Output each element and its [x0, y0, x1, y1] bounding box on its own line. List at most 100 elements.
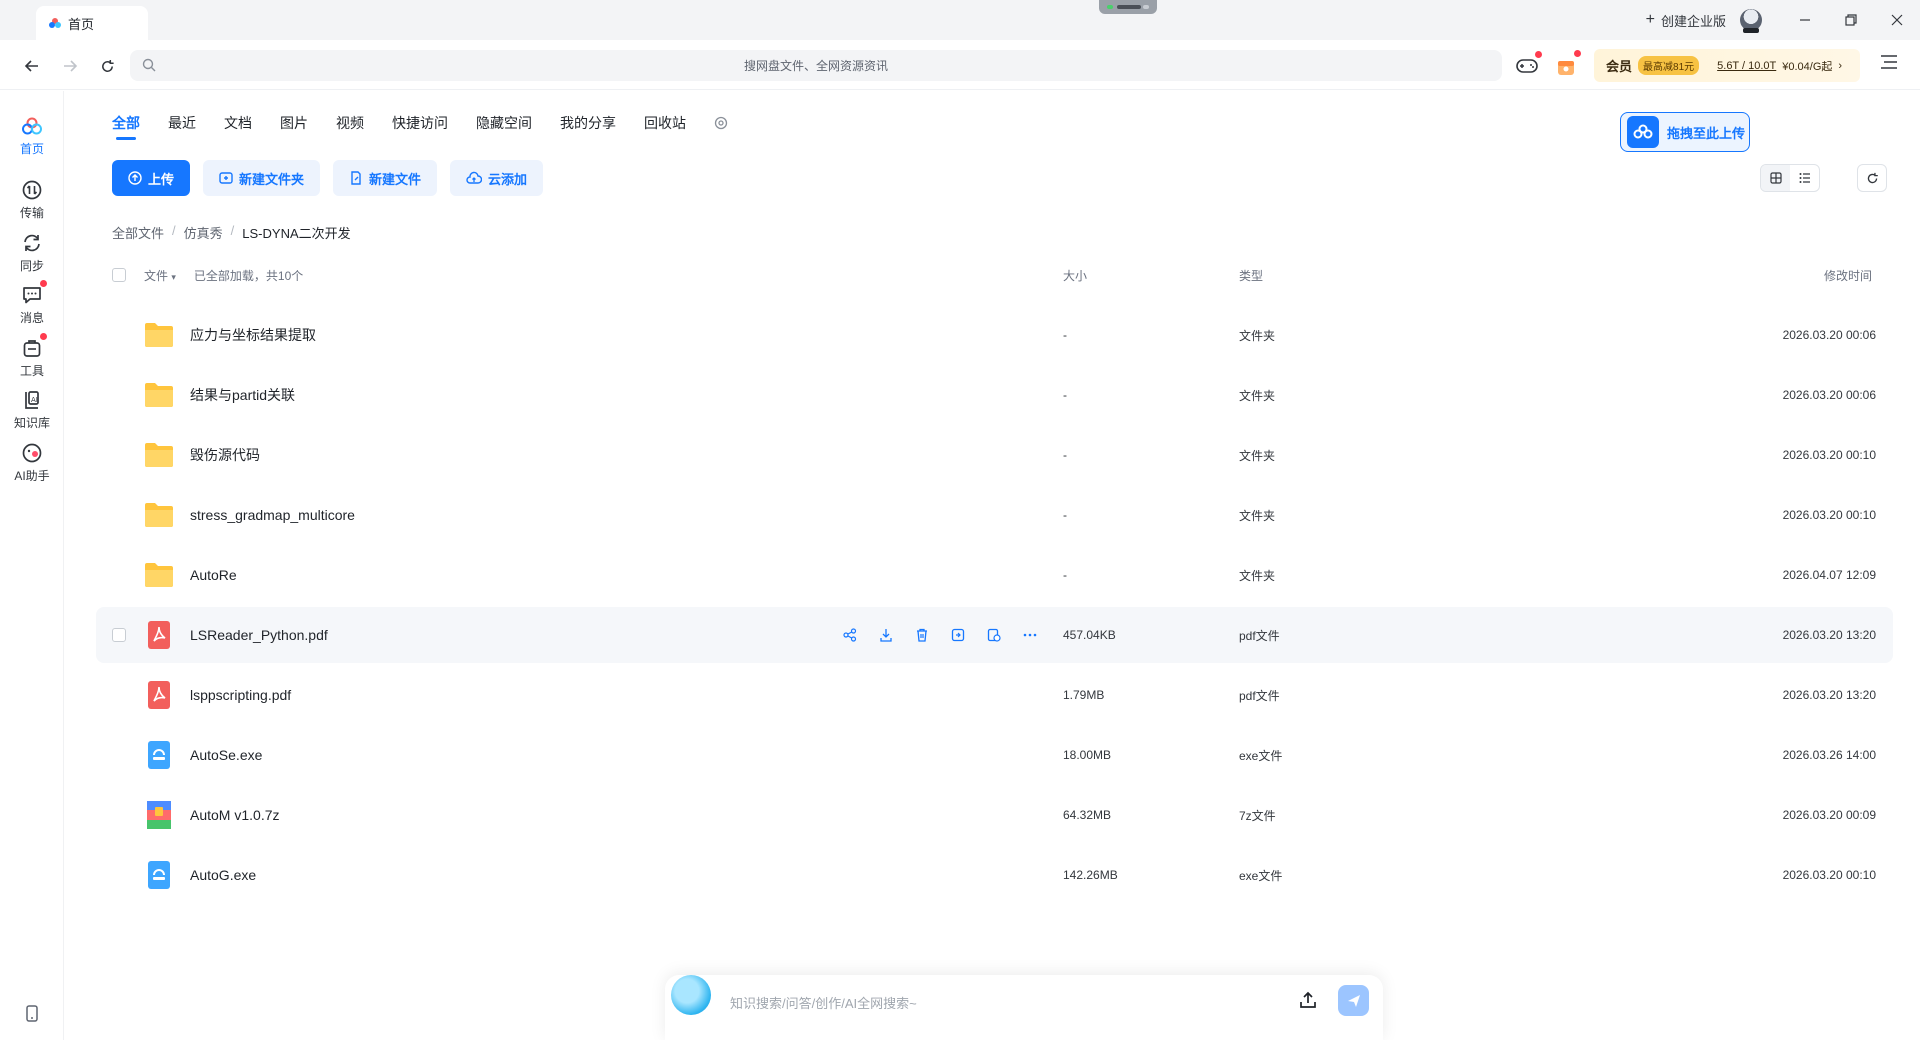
- sidebar-item-transfer[interactable]: 传输: [0, 173, 64, 227]
- vip-discount-badge: 最高减81元: [1638, 56, 1700, 75]
- delete-button[interactable]: [912, 625, 932, 645]
- file-row[interactable]: lsppscripting.pdf 1.79MB pdf文件 2026.03.20 1…: [96, 667, 1893, 723]
- main-menu-button[interactable]: [1880, 54, 1902, 76]
- cloud-add-button[interactable]: 云添加: [450, 160, 544, 196]
- eye-settings-icon: [714, 116, 728, 130]
- tab-documents[interactable]: 文档: [224, 109, 252, 137]
- tab-images[interactable]: 图片: [280, 109, 308, 137]
- select-all-checkbox[interactable]: [112, 268, 126, 282]
- restore-button[interactable]: [1828, 0, 1874, 40]
- action-toolbar: 上传 新建文件夹 新建文件 云添加: [112, 160, 544, 196]
- file-row[interactable]: 结果与partid关联 - 文件夹 2026.03.20 00:06: [96, 367, 1893, 423]
- create-enterprise-button[interactable]: + 创建企业版: [1646, 11, 1726, 30]
- vip-price: ¥0.04/G起: [1782, 60, 1833, 73]
- upload-icon: [128, 171, 142, 185]
- file-row[interactable]: 毁伤源代码 - 文件夹 2026.03.20 00:10: [96, 427, 1893, 483]
- file-name[interactable]: AutoRe: [190, 547, 237, 603]
- folder-icon: [144, 321, 174, 349]
- tab-videos[interactable]: 视频: [336, 109, 364, 137]
- cloud-logo-icon: [1627, 116, 1659, 148]
- tools-icon: [23, 340, 41, 357]
- breadcrumb-item-all-files[interactable]: 全部文件: [112, 223, 164, 242]
- tab-all[interactable]: 全部: [112, 109, 140, 140]
- minimize-button[interactable]: [1782, 0, 1828, 40]
- file-name[interactable]: 应力与坐标结果提取: [190, 307, 316, 363]
- sidebar-item-tools[interactable]: 工具: [0, 331, 64, 385]
- gift-button[interactable]: [1553, 50, 1581, 79]
- file-name[interactable]: 结果与partid关联: [190, 367, 295, 423]
- refresh-page-button[interactable]: [93, 52, 121, 80]
- sidebar-item-label: 传输: [19, 206, 44, 220]
- modified-column-header[interactable]: 修改时间: [1824, 267, 1872, 284]
- file-name[interactable]: AutoG.exe: [190, 847, 256, 903]
- refresh-list-button[interactable]: [1857, 164, 1887, 192]
- sidebar-item-messages[interactable]: 消息: [0, 278, 64, 332]
- tab-my-shares[interactable]: 我的分享: [560, 109, 616, 137]
- file-row[interactable]: LSReader_Python.pdf 457.04KB pdf文件 2026.03.…: [96, 607, 1893, 663]
- upload-button[interactable]: 上传: [112, 160, 191, 196]
- type-column-header[interactable]: 类型: [1239, 267, 1263, 284]
- file-size: 1.79MB: [1063, 688, 1105, 702]
- sidebar-item-knowledge[interactable]: AI 知识库: [0, 383, 64, 437]
- close-button[interactable]: [1874, 0, 1920, 40]
- global-search-input[interactable]: 搜网盘文件、全网资源资讯: [130, 50, 1502, 81]
- mobile-device-icon[interactable]: [24, 1005, 40, 1023]
- tab-quick-access[interactable]: 快捷访问: [392, 109, 448, 137]
- file-row[interactable]: AutoG.exe 142.26MB exe文件 2026.03.20 00:10: [96, 847, 1893, 903]
- tab-hidden-space[interactable]: 隐藏空间: [476, 109, 532, 137]
- share-icon: [840, 625, 860, 645]
- game-button[interactable]: [1514, 51, 1542, 79]
- ai-search-bar[interactable]: 知识搜索/问答/创作/AI全网搜索~: [665, 975, 1383, 1040]
- file-name[interactable]: AutoM v1.0.7z: [190, 787, 280, 843]
- sidebar-item-ai-assistant[interactable]: AI助手: [0, 436, 64, 490]
- file-name[interactable]: 毁伤源代码: [190, 427, 260, 483]
- folder-icon: [144, 501, 174, 529]
- new-file-icon: [351, 171, 361, 185]
- back-button[interactable]: [18, 52, 46, 80]
- file-row[interactable]: AutoSe.exe 18.00MB exe文件 2026.03.26 14:00: [96, 727, 1893, 783]
- row-checkbox[interactable]: [112, 628, 126, 642]
- file-modified-time: 2026.03.20 00:06: [1782, 328, 1876, 342]
- file-name[interactable]: stress_gradmap_multicore: [190, 487, 355, 543]
- share-button[interactable]: [840, 625, 860, 645]
- sort-caret-icon: ▾: [171, 271, 176, 282]
- list-view-button[interactable]: [1790, 165, 1819, 191]
- move-button[interactable]: [948, 625, 968, 645]
- more-button[interactable]: [1020, 625, 1040, 645]
- file-row[interactable]: stress_gradmap_multicore - 文件夹 2026.03.20 0…: [96, 487, 1893, 543]
- send-button[interactable]: [1338, 985, 1369, 1016]
- new-folder-button[interactable]: 新建文件夹: [203, 160, 321, 196]
- category-tabs: 全部 最近 文档 图片 视频 快捷访问 隐藏空间 我的分享 回收站: [112, 109, 728, 140]
- tab-settings[interactable]: [714, 109, 728, 137]
- size-column-header[interactable]: 大小: [1063, 267, 1087, 284]
- file-row[interactable]: AutoM v1.0.7z 64.32MB 7z文件 2026.03.20 00:09: [96, 787, 1893, 843]
- file-name[interactable]: AutoSe.exe: [190, 727, 262, 783]
- create-enterprise-label: 创建企业版: [1660, 13, 1726, 29]
- file-row[interactable]: AutoRe - 文件夹 2026.04.07 12:09: [96, 547, 1893, 603]
- file-row[interactable]: 应力与坐标结果提取 - 文件夹 2026.03.20 00:06: [96, 307, 1893, 363]
- grid-view-button[interactable]: [1761, 165, 1790, 191]
- sort-by-name-button[interactable]: 文件 ▾: [144, 267, 176, 284]
- ai-search-input[interactable]: 知识搜索/问答/创作/AI全网搜索~: [730, 993, 917, 1012]
- vip-banner[interactable]: 会员 最高减81元 5.6T / 10.0T ¥0.04/G起 ›: [1594, 49, 1860, 82]
- archive-file-icon: [144, 801, 174, 829]
- avatar[interactable]: [1740, 9, 1762, 33]
- upload-attachment-icon[interactable]: [1297, 989, 1319, 1011]
- file-name[interactable]: LSReader_Python.pdf: [190, 607, 328, 663]
- forward-button[interactable]: [56, 52, 84, 80]
- file-name[interactable]: lsppscripting.pdf: [190, 667, 291, 723]
- new-file-button[interactable]: 新建文件: [333, 160, 438, 196]
- drag-upload-button[interactable]: 拖拽至此上传: [1620, 112, 1750, 152]
- file-size: -: [1063, 568, 1067, 582]
- view-toggle: [1760, 164, 1820, 192]
- download-button[interactable]: [876, 625, 896, 645]
- ai-read-icon: [984, 625, 1004, 645]
- sidebar-item-home[interactable]: 首页: [0, 109, 64, 163]
- sidebar-item-label: AI助手: [14, 469, 50, 483]
- sidebar-item-sync[interactable]: 同步: [0, 226, 64, 280]
- tab-recent[interactable]: 最近: [168, 109, 196, 137]
- tab-recycle-bin[interactable]: 回收站: [644, 109, 686, 137]
- ai-read-button[interactable]: [984, 625, 1004, 645]
- breadcrumb-item-folder[interactable]: 仿真秀: [184, 223, 223, 242]
- tab-home[interactable]: 首页: [36, 6, 148, 40]
